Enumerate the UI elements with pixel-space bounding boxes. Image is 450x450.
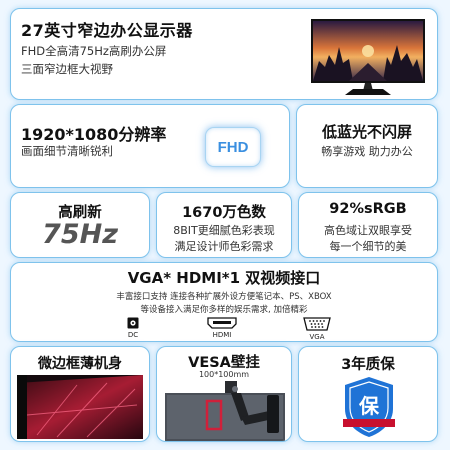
monitor-product-image	[311, 19, 425, 95]
port-hdmi: HDMI	[207, 317, 237, 339]
vesa-subtitle: 100*100mm	[198, 370, 250, 379]
hdmi-port-icon	[207, 317, 237, 329]
srgb-line-2: 每一个细节的美	[329, 240, 407, 253]
slim-title: 微边框薄机身	[38, 356, 122, 372]
slim-bezel-card: 微边框薄机身	[10, 346, 150, 442]
port-label-vga: VGA	[309, 333, 325, 341]
fhd-badge-icon: FHD	[205, 127, 261, 167]
warranty-seal-icon: 保	[343, 377, 395, 437]
dc-port-icon	[127, 317, 139, 329]
hero-subtitle-1: FHD全高清75Hz高刷办公屏	[21, 44, 167, 58]
blue-light-subtitle: 畅享游戏 助力办公	[321, 145, 413, 158]
colors-line-1: 8BIT更细腻色彩表现	[173, 224, 275, 237]
port-vga: VGA	[303, 317, 331, 341]
warranty-title: 3年质保	[341, 357, 395, 373]
vga-port-icon	[303, 317, 331, 331]
resolution-title: 1920*1080分辨率	[21, 125, 167, 144]
resolution-subtitle: 画面细节清晰锐利	[21, 144, 113, 158]
vesa-mount-image	[165, 381, 285, 441]
slim-bezel-image	[17, 375, 143, 439]
colors-title: 1670万色数	[182, 205, 266, 221]
port-label-dc: DC	[127, 331, 139, 339]
vesa-title: VESA壁挂	[188, 355, 260, 371]
seal-character: 保	[358, 394, 380, 418]
warranty-card: 3年质保 保	[298, 346, 438, 442]
hero-card: 27英寸窄边办公显示器 FHD全高清75Hz高刷办公屏 三面窄边框大视野	[10, 8, 438, 100]
colors-card: 1670万色数 8BIT更细腻色彩表现 满足设计师色彩需求	[156, 192, 292, 258]
port-dc: DC	[127, 317, 139, 339]
resolution-card: 1920*1080分辨率 画面细节清晰锐利 FHD	[10, 104, 290, 188]
refresh-card: 高刷新 75Hz	[10, 192, 150, 258]
hero-subtitle-2: 三面窄边框大视野	[21, 62, 113, 76]
srgb-title: 92%sRGB	[329, 201, 407, 217]
blue-light-title: 低蓝光不闪屏	[321, 123, 412, 141]
srgb-line-1: 高色域让双眼享受	[324, 224, 412, 237]
colors-line-2: 满足设计师色彩需求	[174, 240, 274, 253]
blue-light-card: 低蓝光不闪屏 畅享游戏 助力办公	[296, 104, 438, 188]
port-label-hdmi: HDMI	[212, 331, 232, 339]
hero-title: 27英寸窄边办公显示器	[21, 21, 193, 40]
ports-title: VGA* HDMI*1 双视频接口	[127, 269, 321, 287]
ports-card: VGA* HDMI*1 双视频接口 丰富接口支持 连接各种扩展外设方便笔记本、P…	[10, 262, 438, 342]
vesa-card: VESA壁挂 100*100mm	[156, 346, 292, 442]
srgb-card: 92%sRGB 高色域让双眼享受 每一个细节的美	[298, 192, 438, 258]
refresh-value: 75Hz	[42, 219, 118, 250]
ports-line-1: 丰富接口支持 连接各种扩展外设方便笔记本、PS、XBOX	[116, 292, 332, 302]
ports-line-2: 等设备接入满足你多样的娱乐需求, 加倍精彩	[140, 305, 308, 315]
